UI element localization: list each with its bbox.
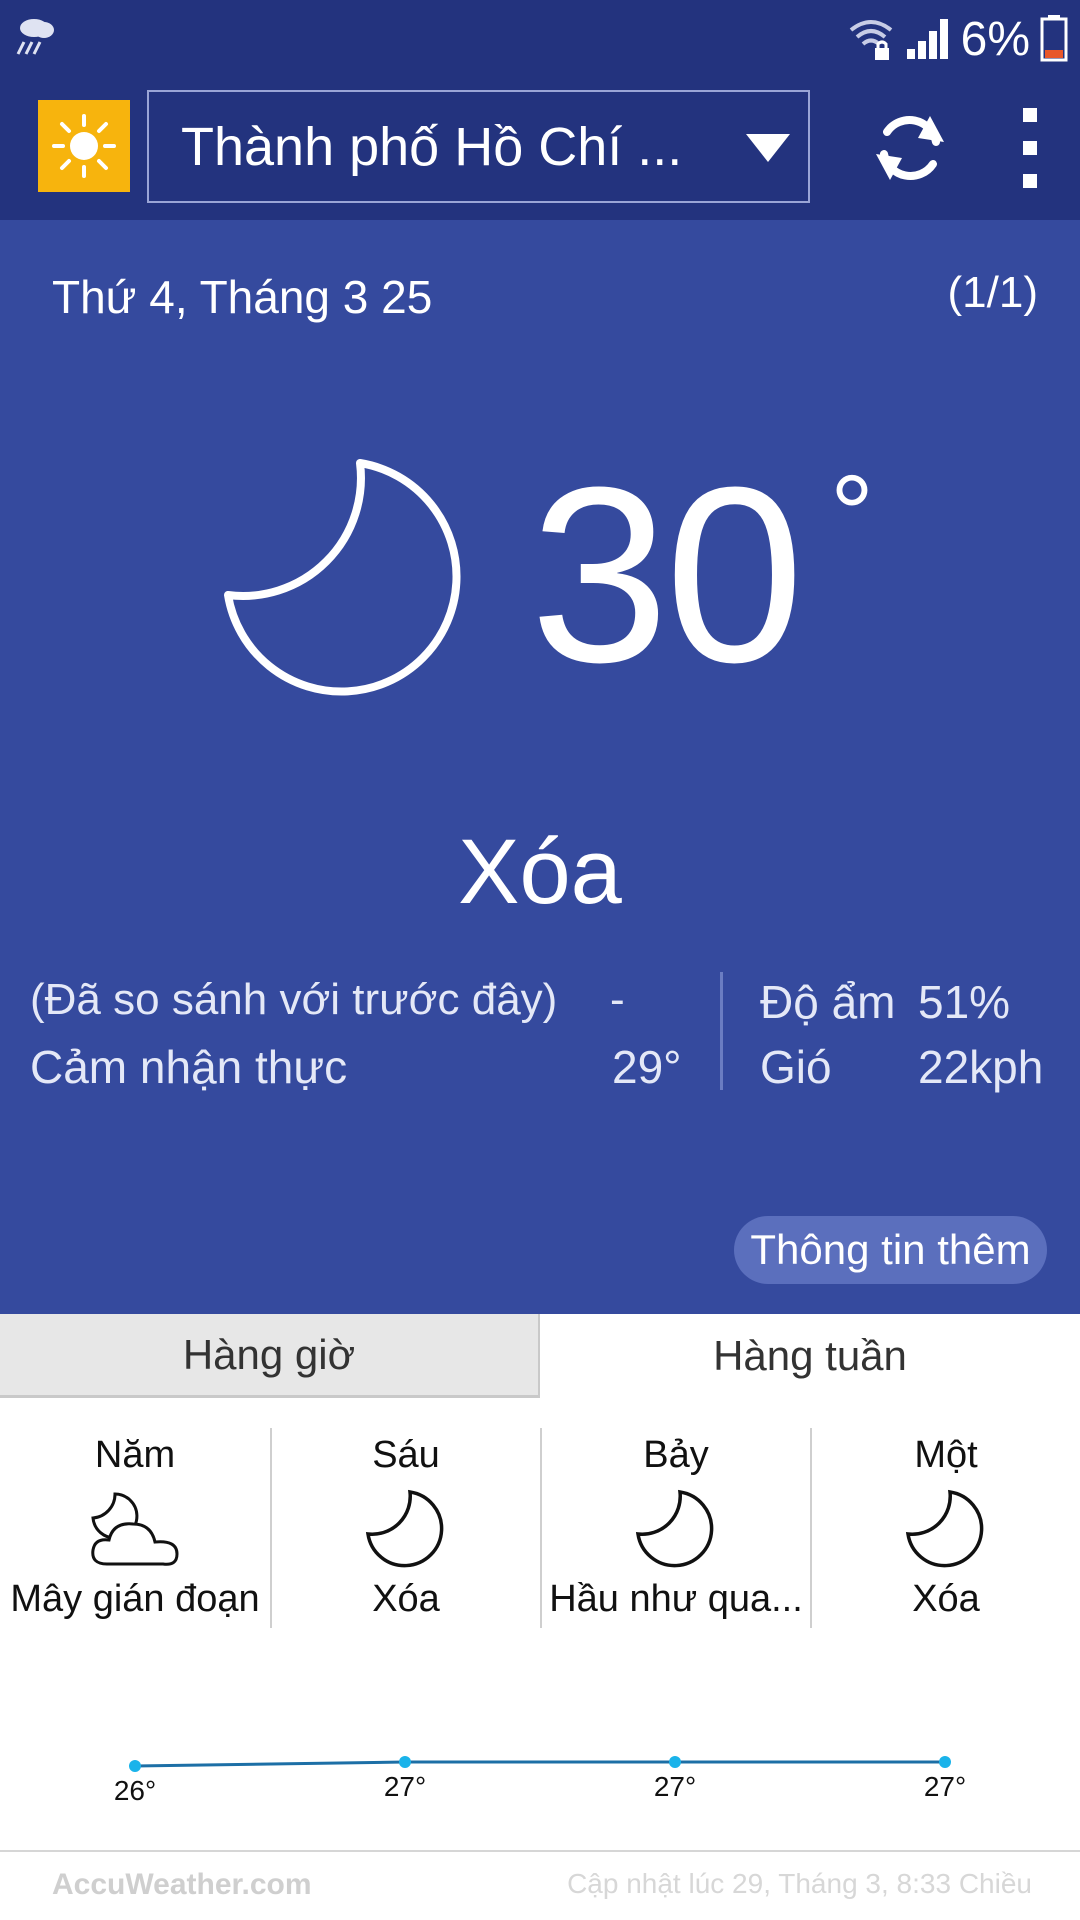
low-temp-label: 27° [384, 1771, 426, 1802]
feels-like-label: Cảm nhận thực [30, 1041, 348, 1093]
partly-cloudy-night-icon [85, 1488, 185, 1577]
sun-icon[interactable] [38, 100, 130, 192]
low-temp-point [939, 1756, 951, 1768]
low-temp-point [129, 1760, 141, 1772]
more-info-button[interactable]: Thông tin thêm [734, 1216, 1047, 1284]
day-name: Sáu [372, 1434, 440, 1476]
temperature-graph: 34°35°34°35°26°27°27°27° [114, 1756, 966, 1806]
compare-label: (Đã so sánh với trước đây) [30, 975, 558, 1024]
tab-weekly[interactable]: Hàng tuần [540, 1314, 1080, 1398]
day-name: Bảy [643, 1434, 709, 1476]
current-temperature: 30 [530, 435, 804, 714]
chevron-down-icon [746, 134, 790, 162]
brand-logo[interactable]: AccuWeather.com [52, 1868, 312, 1902]
battery-percent: 6% [960, 13, 1030, 66]
tab-hourly[interactable]: Hàng giờ [0, 1314, 540, 1398]
page-indicator: (1/1) [947, 268, 1038, 317]
day-condition: Xóa [372, 1578, 440, 1620]
city-name: Thành phố Hồ Chí ... [181, 116, 683, 177]
wifi-lock-icon [847, 14, 895, 67]
wind-label: Gió [760, 1041, 832, 1093]
battery-low-icon [1040, 14, 1068, 67]
low-temp-label: 27° [654, 1771, 696, 1802]
footer-divider [0, 1850, 1080, 1852]
feels-like-value: 29° [612, 1041, 682, 1093]
moon-icon [634, 1488, 718, 1577]
forecast-day[interactable]: Năm Mây gián đoạn [0, 1428, 270, 1628]
details-divider [720, 972, 723, 1090]
low-temp-label: 26° [114, 1775, 156, 1806]
city-dropdown[interactable]: Thành phố Hồ Chí ... [147, 90, 810, 203]
moon-icon [904, 1488, 988, 1577]
refresh-icon[interactable] [870, 108, 950, 188]
day-condition: Hầu như qua... [549, 1578, 803, 1620]
day-condition: Xóa [912, 1578, 980, 1620]
low-temp-line [134, 1760, 945, 1768]
status-bar: 6% [0, 0, 1080, 80]
forecast-day[interactable]: Bảy Hầu như qua... [540, 1428, 810, 1628]
current-weather-panel: Thứ 4, Tháng 3 25 (1/1) 30 ° Xóa (Đã so … [0, 220, 1080, 1314]
compare-value: - [610, 975, 625, 1024]
humidity-value: 51% [918, 976, 1011, 1028]
forecast-day[interactable]: Sáu Xóa [270, 1428, 540, 1628]
forecast-day[interactable]: Một Xóa [810, 1428, 1080, 1628]
humidity-label: Độ ẩm [760, 976, 896, 1028]
day-name: Năm [94, 1434, 176, 1476]
moon-icon [364, 1488, 448, 1577]
current-date: Thứ 4, Tháng 3 25 [52, 271, 433, 323]
low-temp-point [669, 1756, 681, 1768]
app-toolbar: Thành phố Hồ Chí ... [0, 80, 1080, 220]
moon-icon [220, 455, 480, 720]
forecast-tabs: Hàng giờ Hàng tuần [0, 1314, 1080, 1398]
weekly-forecast: Năm Mây gián đoạn Sáu Xóa Bảy Hầu như qu… [0, 1428, 1080, 1628]
wind-value: 22kph [918, 1041, 1044, 1093]
more-vert-icon[interactable] [1010, 108, 1050, 188]
signal-icon [905, 15, 951, 66]
rain-cloud-icon [12, 10, 60, 63]
low-temp-point [399, 1756, 411, 1768]
day-name: Một [914, 1434, 978, 1476]
last-updated: Cập nhật lúc 29, Tháng 3, 8:33 Chiều [567, 1868, 1032, 1899]
degree-symbol: ° [830, 453, 874, 576]
low-temp-label: 27° [924, 1771, 966, 1802]
status-right: 6% [847, 8, 1068, 72]
current-condition: Xóa [458, 821, 622, 923]
day-condition: Mây gián đoạn [10, 1578, 260, 1620]
